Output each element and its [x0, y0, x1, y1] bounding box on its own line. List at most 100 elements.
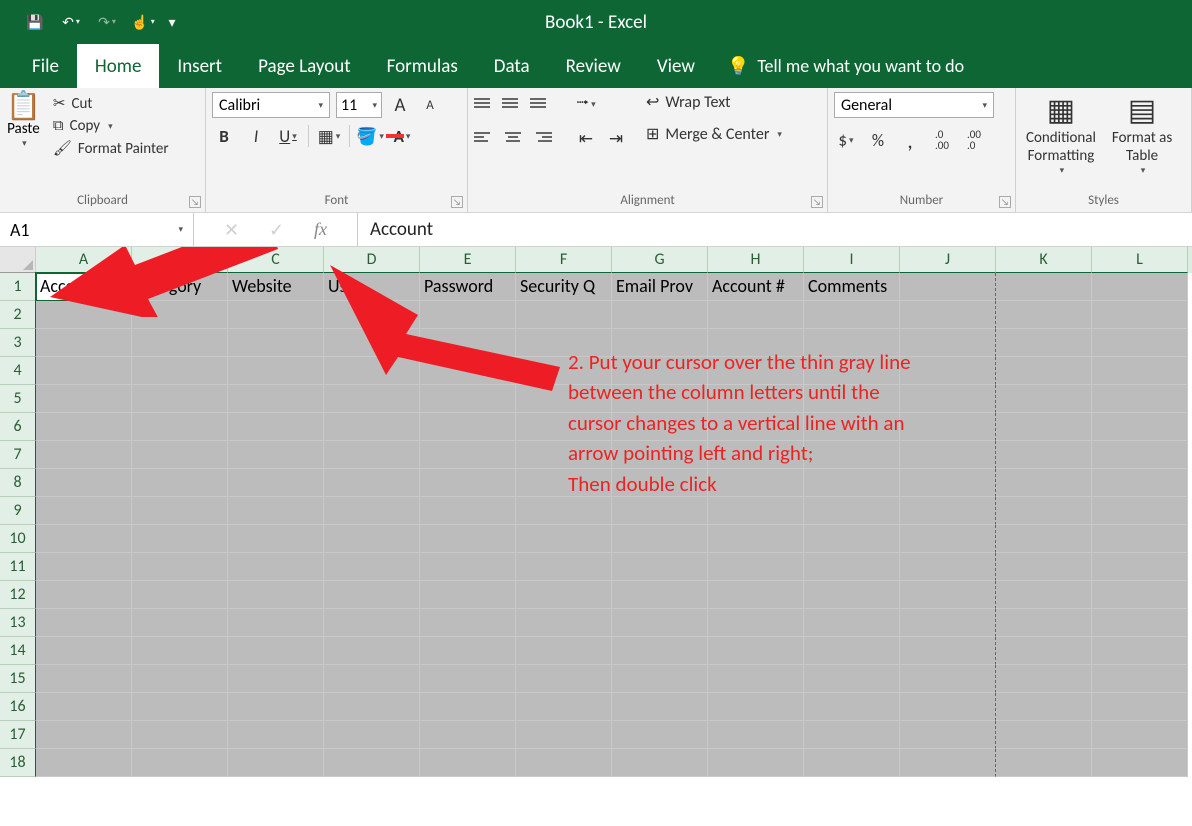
cell[interactable]: [420, 525, 516, 553]
cell[interactable]: [324, 581, 420, 609]
orientation-icon[interactable]: ⭬▾: [574, 92, 598, 116]
cell[interactable]: [228, 665, 324, 693]
cells-area[interactable]: AccountCategoryWebsiteUserPasswordSecuri…: [36, 273, 1192, 826]
cell[interactable]: [708, 413, 804, 441]
cell[interactable]: [516, 665, 612, 693]
cell[interactable]: [900, 721, 996, 749]
fx-icon[interactable]: fx: [314, 219, 327, 240]
cell[interactable]: [516, 749, 612, 777]
row-header[interactable]: 8: [0, 469, 36, 497]
cell[interactable]: [36, 721, 132, 749]
cell[interactable]: [36, 693, 132, 721]
row-header[interactable]: 9: [0, 497, 36, 525]
cell[interactable]: [1092, 301, 1188, 329]
cell[interactable]: [708, 357, 804, 385]
cell[interactable]: [228, 301, 324, 329]
row-header[interactable]: 4: [0, 357, 36, 385]
cell[interactable]: [516, 553, 612, 581]
cell[interactable]: [228, 609, 324, 637]
cell[interactable]: [804, 637, 900, 665]
cell[interactable]: [36, 385, 132, 413]
grow-font-icon[interactable]: A: [388, 93, 412, 117]
cell[interactable]: [420, 357, 516, 385]
cell[interactable]: [900, 329, 996, 357]
cell[interactable]: [420, 385, 516, 413]
cell[interactable]: [1092, 497, 1188, 525]
column-header[interactable]: D: [324, 247, 420, 273]
cell[interactable]: [612, 693, 708, 721]
cell[interactable]: [1092, 637, 1188, 665]
cell[interactable]: [996, 273, 1092, 301]
increase-decimal-icon[interactable]: .0.00: [930, 128, 954, 152]
percent-format-icon[interactable]: %: [866, 128, 890, 152]
row-header[interactable]: 12: [0, 581, 36, 609]
cell[interactable]: [612, 665, 708, 693]
cell[interactable]: [420, 413, 516, 441]
cell[interactable]: [228, 469, 324, 497]
cell[interactable]: [36, 497, 132, 525]
format-as-table-button[interactable]: ▤ Format as Table ▾: [1108, 92, 1176, 176]
tab-view[interactable]: View: [639, 44, 713, 88]
select-all-triangle[interactable]: [0, 247, 36, 273]
cell[interactable]: [324, 665, 420, 693]
cell[interactable]: [900, 357, 996, 385]
cell[interactable]: [708, 469, 804, 497]
tab-home[interactable]: Home: [77, 44, 160, 88]
cell[interactable]: [132, 385, 228, 413]
cell[interactable]: [996, 357, 1092, 385]
number-format-select[interactable]: General ▾: [834, 92, 994, 118]
cell[interactable]: [996, 665, 1092, 693]
cell[interactable]: [612, 749, 708, 777]
tab-file[interactable]: File: [14, 44, 77, 88]
cell[interactable]: [996, 721, 1092, 749]
cell[interactable]: [36, 609, 132, 637]
cell[interactable]: [708, 441, 804, 469]
cell[interactable]: [804, 469, 900, 497]
cell[interactable]: [900, 581, 996, 609]
align-middle-icon[interactable]: [502, 92, 524, 114]
align-left-icon[interactable]: [474, 126, 496, 148]
cell[interactable]: [996, 693, 1092, 721]
cell[interactable]: [900, 497, 996, 525]
cell[interactable]: [516, 581, 612, 609]
cell[interactable]: [324, 301, 420, 329]
cell[interactable]: [516, 609, 612, 637]
cell[interactable]: [228, 553, 324, 581]
accounting-format-icon[interactable]: $▾: [834, 128, 858, 152]
dialog-launcher-icon[interactable]: ↘: [189, 196, 201, 208]
cell[interactable]: [804, 609, 900, 637]
cell[interactable]: [612, 469, 708, 497]
cell[interactable]: [1092, 553, 1188, 581]
cell[interactable]: [996, 525, 1092, 553]
cell[interactable]: [612, 553, 708, 581]
column-header[interactable]: F: [516, 247, 612, 273]
cell[interactable]: [516, 301, 612, 329]
touch-icon[interactable]: ☝▾: [126, 7, 160, 37]
font-name-select[interactable]: Calibri ▾: [212, 92, 330, 118]
qat-customize-icon[interactable]: ▾: [162, 7, 182, 37]
cell[interactable]: [228, 581, 324, 609]
format-painter-button[interactable]: 🖌 Format Painter: [53, 139, 169, 158]
column-header[interactable]: J: [900, 247, 996, 273]
cell[interactable]: [36, 665, 132, 693]
cell[interactable]: [420, 301, 516, 329]
cell[interactable]: [516, 525, 612, 553]
row-header[interactable]: 13: [0, 609, 36, 637]
cell[interactable]: [420, 581, 516, 609]
cell[interactable]: [516, 357, 612, 385]
decrease-decimal-icon[interactable]: .00.0: [962, 128, 986, 152]
cell[interactable]: [612, 637, 708, 665]
font-size-select[interactable]: 11 ▾: [336, 92, 382, 118]
cell[interactable]: [996, 441, 1092, 469]
wrap-text-button[interactable]: ↩ Wrap Text: [646, 92, 782, 112]
cell[interactable]: [708, 637, 804, 665]
cell[interactable]: [324, 749, 420, 777]
cell[interactable]: [132, 357, 228, 385]
cell[interactable]: [1092, 385, 1188, 413]
name-box[interactable]: A1 ▾: [0, 213, 194, 246]
cell[interactable]: [1092, 749, 1188, 777]
cell[interactable]: [132, 665, 228, 693]
cell[interactable]: [900, 385, 996, 413]
cell[interactable]: [228, 693, 324, 721]
cell[interactable]: [36, 581, 132, 609]
